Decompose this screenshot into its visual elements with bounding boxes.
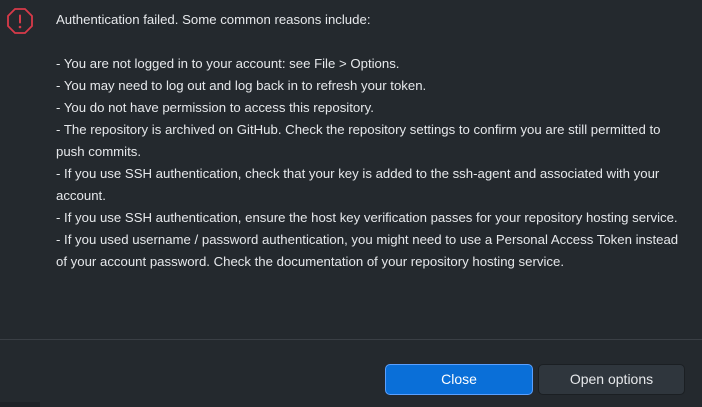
reason-item: - The repository is archived on GitHub. … xyxy=(56,122,661,159)
reason-item: - You do not have permission to access t… xyxy=(56,100,374,115)
background-window-fragment xyxy=(0,402,40,407)
dialog-content: Authentication failed. Some common reaso… xyxy=(0,0,702,339)
close-button[interactable]: Close xyxy=(385,364,533,395)
error-message: Authentication failed. Some common reaso… xyxy=(56,9,686,273)
reason-item: - If you use SSH authentication, ensure … xyxy=(56,210,678,225)
dialog-footer: Close Open options xyxy=(0,340,702,407)
error-heading: Authentication failed. Some common reaso… xyxy=(56,12,371,27)
reason-item: - You may need to log out and log back i… xyxy=(56,78,427,93)
reason-item: - You are not logged in to your account:… xyxy=(56,56,400,71)
reason-item: - If you used username / password authen… xyxy=(56,232,679,269)
error-octagon-icon xyxy=(7,8,33,34)
authentication-error-dialog: Authentication failed. Some common reaso… xyxy=(0,0,702,407)
reason-item: - If you use SSH authentication, check t… xyxy=(56,166,660,203)
open-options-button[interactable]: Open options xyxy=(538,364,685,395)
